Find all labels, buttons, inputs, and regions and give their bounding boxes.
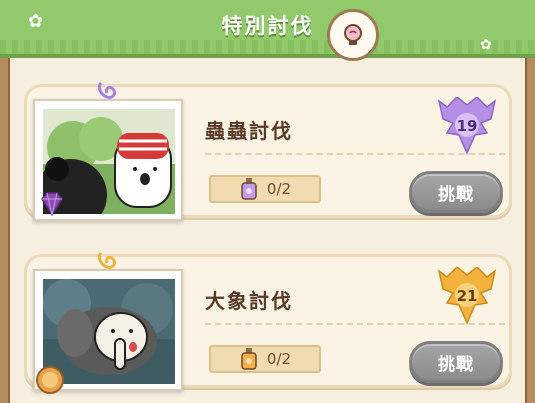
page-title: 特別討伐 [221, 14, 314, 38]
hint-button[interactable] [327, 9, 379, 61]
paperclip-icon [97, 81, 117, 99]
level-badge: 19 [437, 95, 497, 155]
level-number: 21 [456, 287, 478, 305]
progress-tag: 0/2 [209, 175, 321, 203]
potion-icon [241, 348, 257, 370]
progress-count: 0/2 [266, 350, 292, 368]
coin-icon [36, 366, 64, 394]
bug-polaroid [33, 81, 183, 221]
panel-edge-right [525, 56, 535, 403]
special-hunt-panel: ✿ ✿ 特別討伐 蟲蟲討伐 0/2 挑戰 19 大象討伐 0/2 挑戰 21 [0, 0, 535, 403]
potion-icon [241, 178, 257, 200]
challenge-button[interactable]: 挑戰 [409, 171, 503, 213]
elephant-polaroid [33, 251, 183, 394]
hunt-title: 大象討伐 [205, 289, 293, 313]
gem-icon [41, 192, 63, 217]
hunt-card-bug: 蟲蟲討伐 0/2 挑戰 19 [24, 81, 512, 221]
lightbulb-icon [344, 24, 362, 45]
hunt-title: 蟲蟲討伐 [205, 119, 293, 143]
hunt-card-elephant: 大象討伐 0/2 挑戰 21 [24, 251, 512, 394]
challenge-button[interactable]: 挑戰 [409, 341, 503, 383]
progress-count: 0/2 [266, 180, 292, 198]
progress-tag: 0/2 [209, 345, 321, 373]
header-bar: ✿ ✿ 特別討伐 [0, 0, 535, 61]
paperclip-icon [97, 251, 117, 269]
level-badge: 21 [437, 265, 497, 325]
panel-edge-left [0, 56, 10, 403]
level-number: 19 [456, 117, 478, 135]
